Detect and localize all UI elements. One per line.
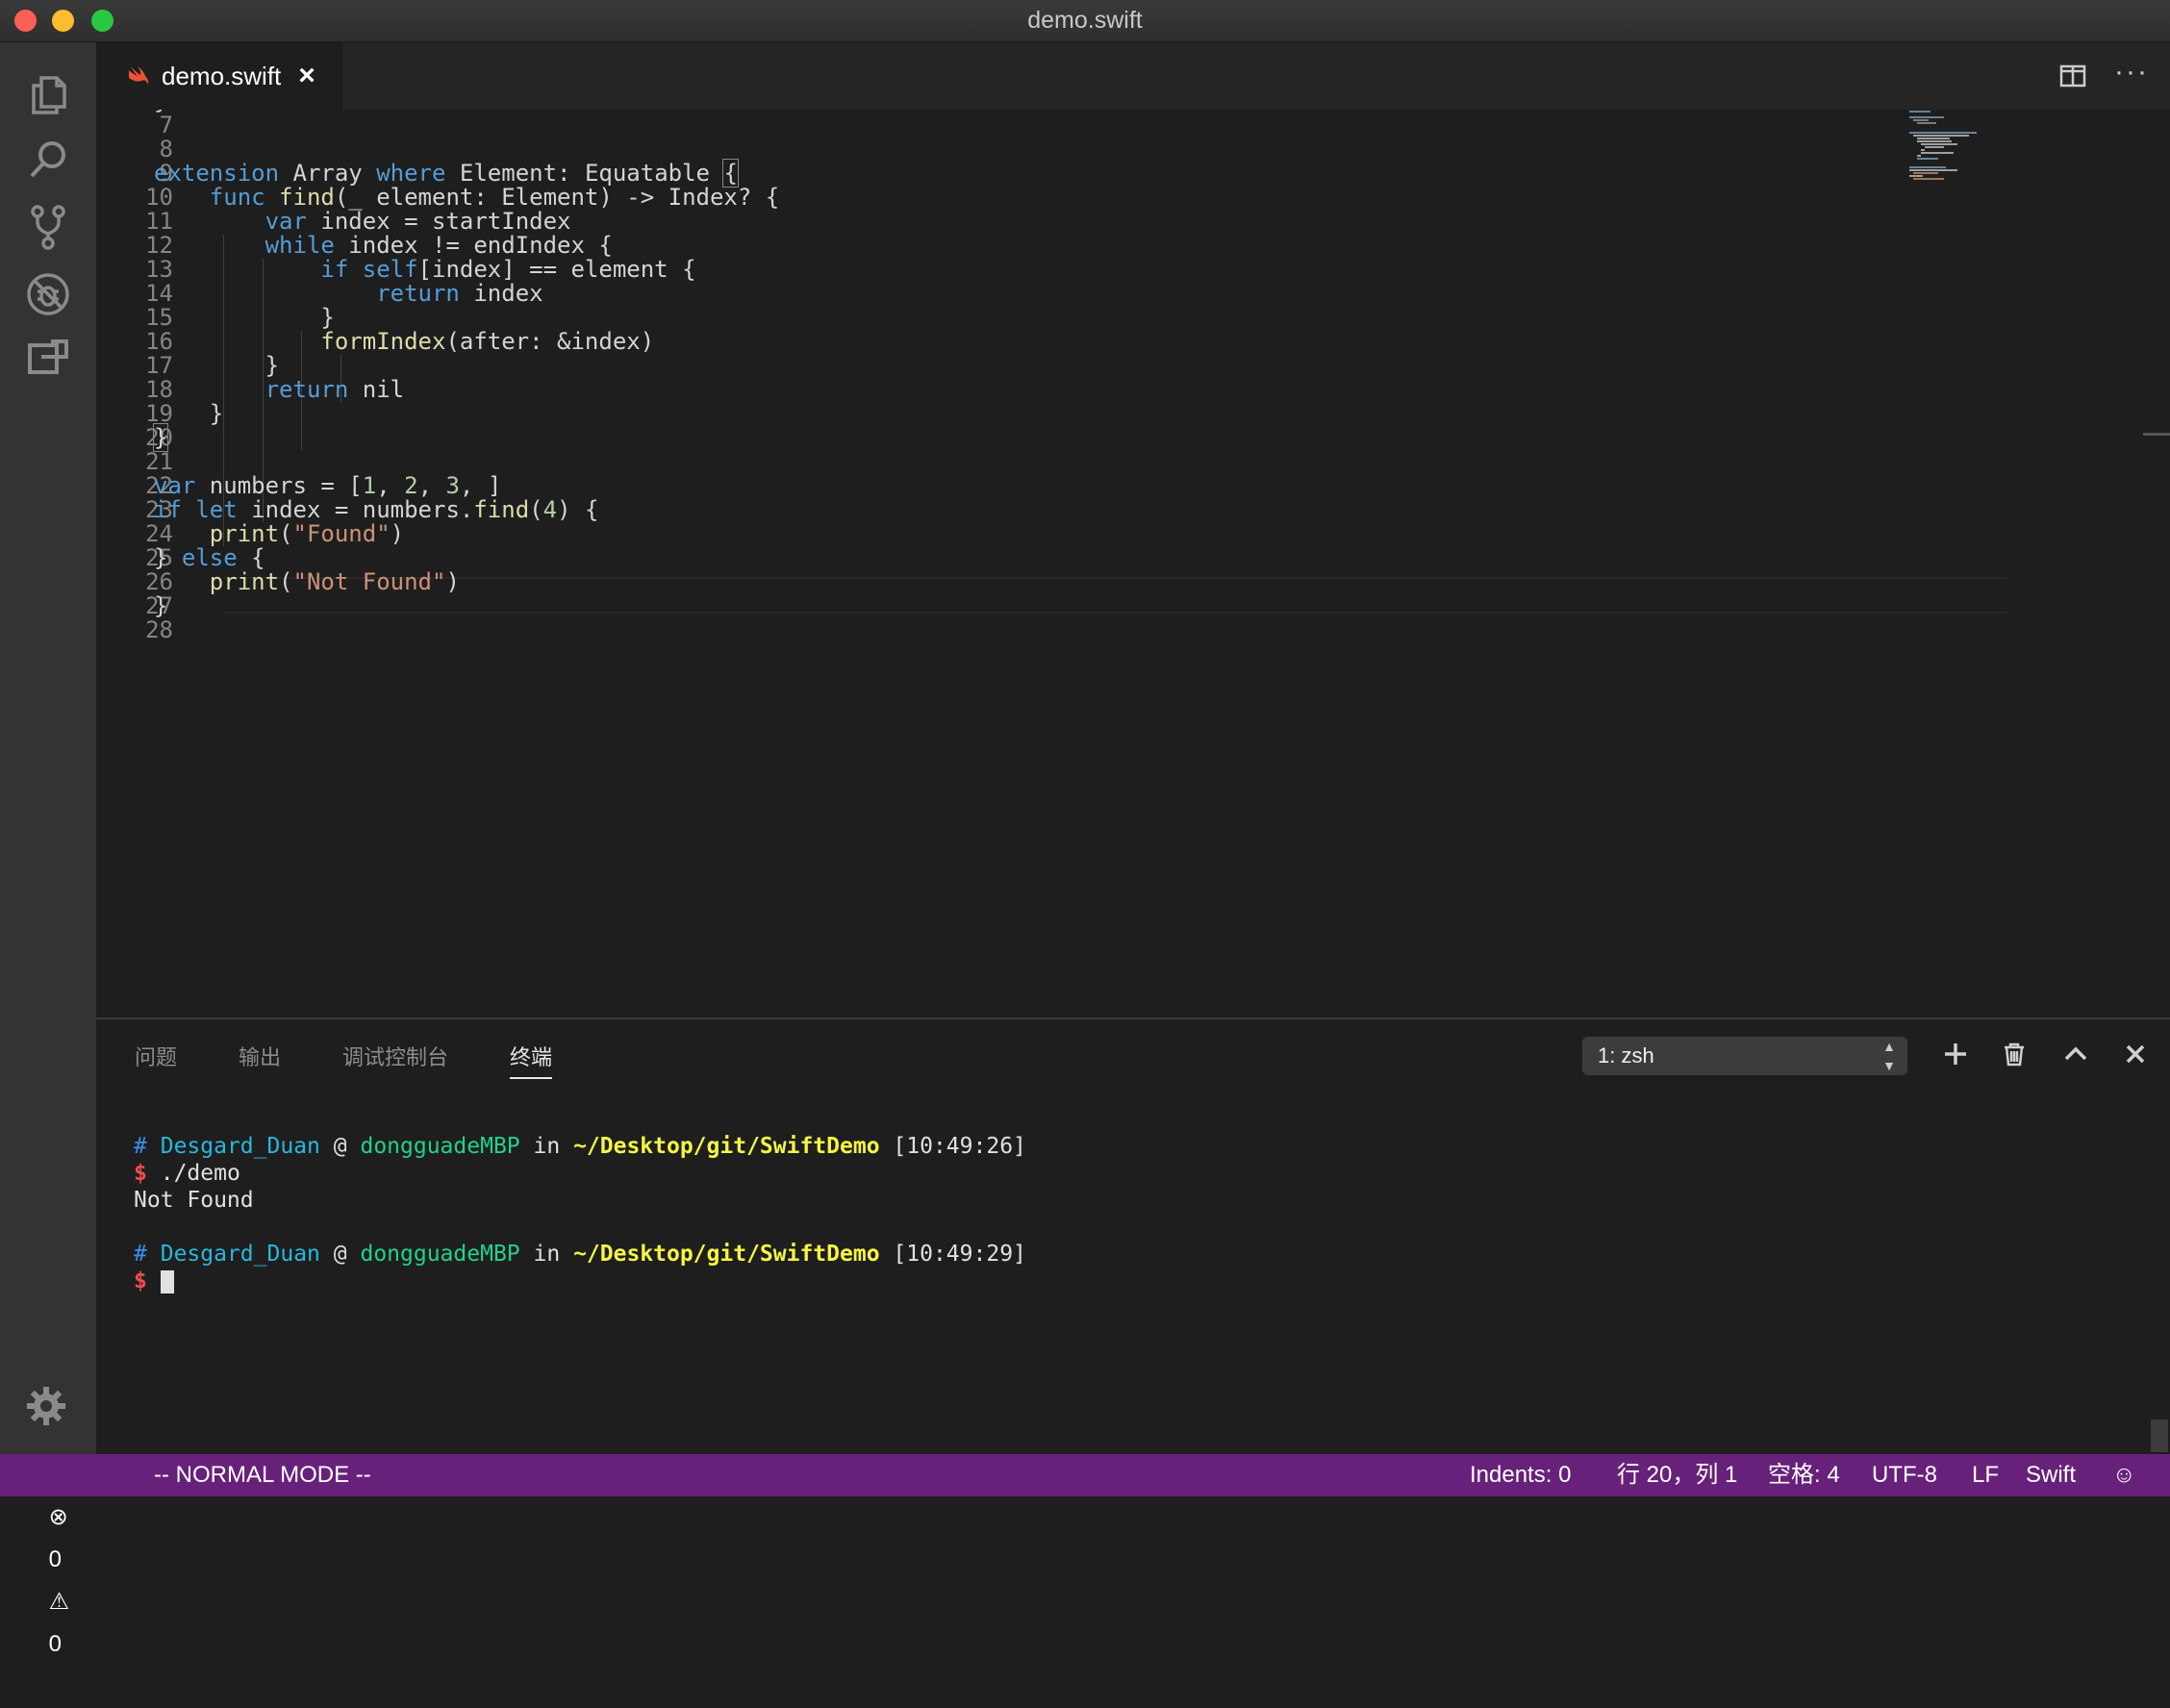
eol-status[interactable]: LF bbox=[1972, 1454, 1999, 1496]
split-editor-icon[interactable] bbox=[2058, 62, 2087, 90]
trash-icon[interactable] bbox=[1997, 1037, 2031, 1071]
encoding-status[interactable]: UTF-8 bbox=[1872, 1454, 1937, 1496]
code-token: ( bbox=[279, 520, 293, 547]
more-actions-icon[interactable]: ··· bbox=[2114, 56, 2149, 88]
vim-mode: -- NORMAL MODE -- bbox=[154, 1462, 371, 1488]
terminal-output-line: Not Found bbox=[134, 1188, 254, 1213]
terminal-prompt-line: # Desgard_Duan @ dongguadeMBP in ~/Deskt… bbox=[134, 1241, 1026, 1268]
code-token: ( bbox=[279, 568, 293, 595]
prompt-path: ~/Desktop/git/SwiftDemo bbox=[573, 1242, 880, 1267]
terminal-cursor bbox=[160, 1269, 174, 1294]
terminal-input-line[interactable]: $ bbox=[134, 1268, 174, 1294]
current-line-highlight bbox=[223, 577, 2007, 614]
code-line: } bbox=[154, 110, 167, 118]
bottom-panel: 问题 输出 调试控制台 终端 1: zsh ▲ ▼ # Desgard_Duan … bbox=[96, 1017, 2170, 1456]
prompt-in: in bbox=[533, 1134, 561, 1159]
code-token: "Found" bbox=[292, 520, 391, 547]
code-token: print bbox=[209, 568, 280, 595]
select-arrows-icon: ▲ ▼ bbox=[1882, 1039, 1896, 1073]
title-bar: demo.swift bbox=[0, 0, 2170, 42]
terminal-command-line: $ ./demo bbox=[134, 1160, 240, 1187]
chevron-up-icon[interactable] bbox=[2058, 1037, 2093, 1071]
prompt-host: dongguadeMBP bbox=[360, 1134, 520, 1159]
tab-output[interactable]: 输出 bbox=[239, 1041, 281, 1071]
code-token: return bbox=[376, 280, 460, 307]
source-control-icon[interactable] bbox=[21, 200, 75, 254]
prompt-path: ~/Desktop/git/SwiftDemo bbox=[573, 1134, 880, 1159]
code-token: ) { bbox=[557, 496, 599, 523]
debug-icon[interactable] bbox=[21, 267, 75, 321]
tab-terminal[interactable]: 终端 bbox=[510, 1041, 553, 1079]
code-token: } bbox=[154, 110, 167, 114]
code-token: return bbox=[265, 376, 349, 403]
scrollbar-position-marker bbox=[2143, 433, 2170, 436]
code-token: nil bbox=[348, 376, 405, 403]
code-token: 4 bbox=[542, 496, 558, 523]
prompt-host: dongguadeMBP bbox=[360, 1242, 520, 1267]
code-line: print("Not Found") bbox=[154, 565, 460, 599]
code-token: find bbox=[473, 496, 530, 523]
prompt-dollar: $ bbox=[134, 1161, 147, 1186]
tab-close-icon[interactable]: × bbox=[298, 60, 315, 92]
spaces-status[interactable]: 空格: 4 bbox=[1768, 1454, 1840, 1496]
terminal-select[interactable]: 1: zsh ▲ ▼ bbox=[1582, 1037, 1907, 1075]
code-line: } bbox=[154, 589, 167, 623]
status-bar: ⊗ 0 ⚠ 0 -- NORMAL MODE -- Indents: 0 行 2… bbox=[0, 1454, 2170, 1657]
minimap bbox=[1909, 111, 1977, 180]
prompt-at: @ bbox=[333, 1242, 347, 1267]
swift-icon bbox=[129, 66, 149, 85]
language-status[interactable]: Swift bbox=[2026, 1454, 2076, 1496]
indents-status[interactable]: Indents: 0 bbox=[1470, 1454, 1571, 1496]
code-token: ) bbox=[445, 568, 460, 595]
code-token: (after: &index) bbox=[445, 328, 655, 355]
tab-problems[interactable]: 问题 bbox=[135, 1041, 177, 1071]
tab-debug-console[interactable]: 调试控制台 bbox=[342, 1041, 448, 1071]
add-icon[interactable] bbox=[1938, 1037, 1973, 1071]
problems-status[interactable]: ⊗ 0 ⚠ 0 bbox=[23, 1454, 70, 1657]
warning-count: 0 bbox=[48, 1631, 63, 1657]
tab-demo-swift[interactable]: demo.swift × bbox=[96, 42, 342, 110]
feedback-smiley-icon[interactable]: ☺ bbox=[2112, 1454, 2136, 1496]
code-token: formIndex bbox=[320, 328, 446, 355]
activity-bar bbox=[0, 42, 96, 1454]
warning-icon: ⚠ bbox=[48, 1589, 70, 1615]
terminal-scrollbar[interactable] bbox=[2151, 1419, 2168, 1452]
editor-tab-bar: demo.swift × ··· bbox=[96, 42, 2170, 110]
code-token: ) bbox=[390, 520, 405, 547]
error-icon: ⊗ bbox=[48, 1504, 68, 1530]
code-editor[interactable]: 6789101112131415161718192021222324252627… bbox=[96, 110, 2170, 1017]
tab-label: demo.swift bbox=[162, 61, 282, 90]
cursor-position[interactable]: 行 20，列 1 bbox=[1617, 1454, 1737, 1496]
terminal-select-value: 1: zsh bbox=[1598, 1043, 1654, 1068]
prompt-at: @ bbox=[333, 1134, 347, 1159]
prompt-dollar: $ bbox=[134, 1268, 147, 1294]
prompt-time: [10:49:26] bbox=[893, 1134, 1026, 1159]
search-icon[interactable] bbox=[21, 133, 75, 187]
close-icon[interactable] bbox=[2118, 1037, 2153, 1071]
prompt-time: [10:49:29] bbox=[893, 1242, 1026, 1267]
prompt-user: Desgard_Duan bbox=[160, 1242, 320, 1267]
window-title: demo.swift bbox=[1027, 7, 1143, 34]
code-token: ( bbox=[529, 496, 543, 523]
prompt-in: in bbox=[533, 1242, 561, 1267]
explorer-icon[interactable] bbox=[21, 67, 75, 121]
code-token: } bbox=[154, 592, 168, 619]
gear-icon[interactable] bbox=[25, 1385, 67, 1427]
code-token: index bbox=[459, 280, 543, 307]
code-token: "Not Found" bbox=[292, 568, 446, 595]
prompt-hash: # bbox=[134, 1134, 147, 1159]
extensions-icon[interactable] bbox=[21, 333, 75, 387]
code-token: } bbox=[152, 423, 169, 452]
terminal-command: ./demo bbox=[160, 1161, 240, 1186]
terminal-prompt-line: # Desgard_Duan @ dongguadeMBP in ~/Deskt… bbox=[134, 1133, 1026, 1160]
prompt-user: Desgard_Duan bbox=[160, 1134, 320, 1159]
prompt-hash: # bbox=[134, 1242, 147, 1267]
error-count: 0 bbox=[48, 1546, 63, 1572]
code-line: } bbox=[152, 420, 169, 455]
